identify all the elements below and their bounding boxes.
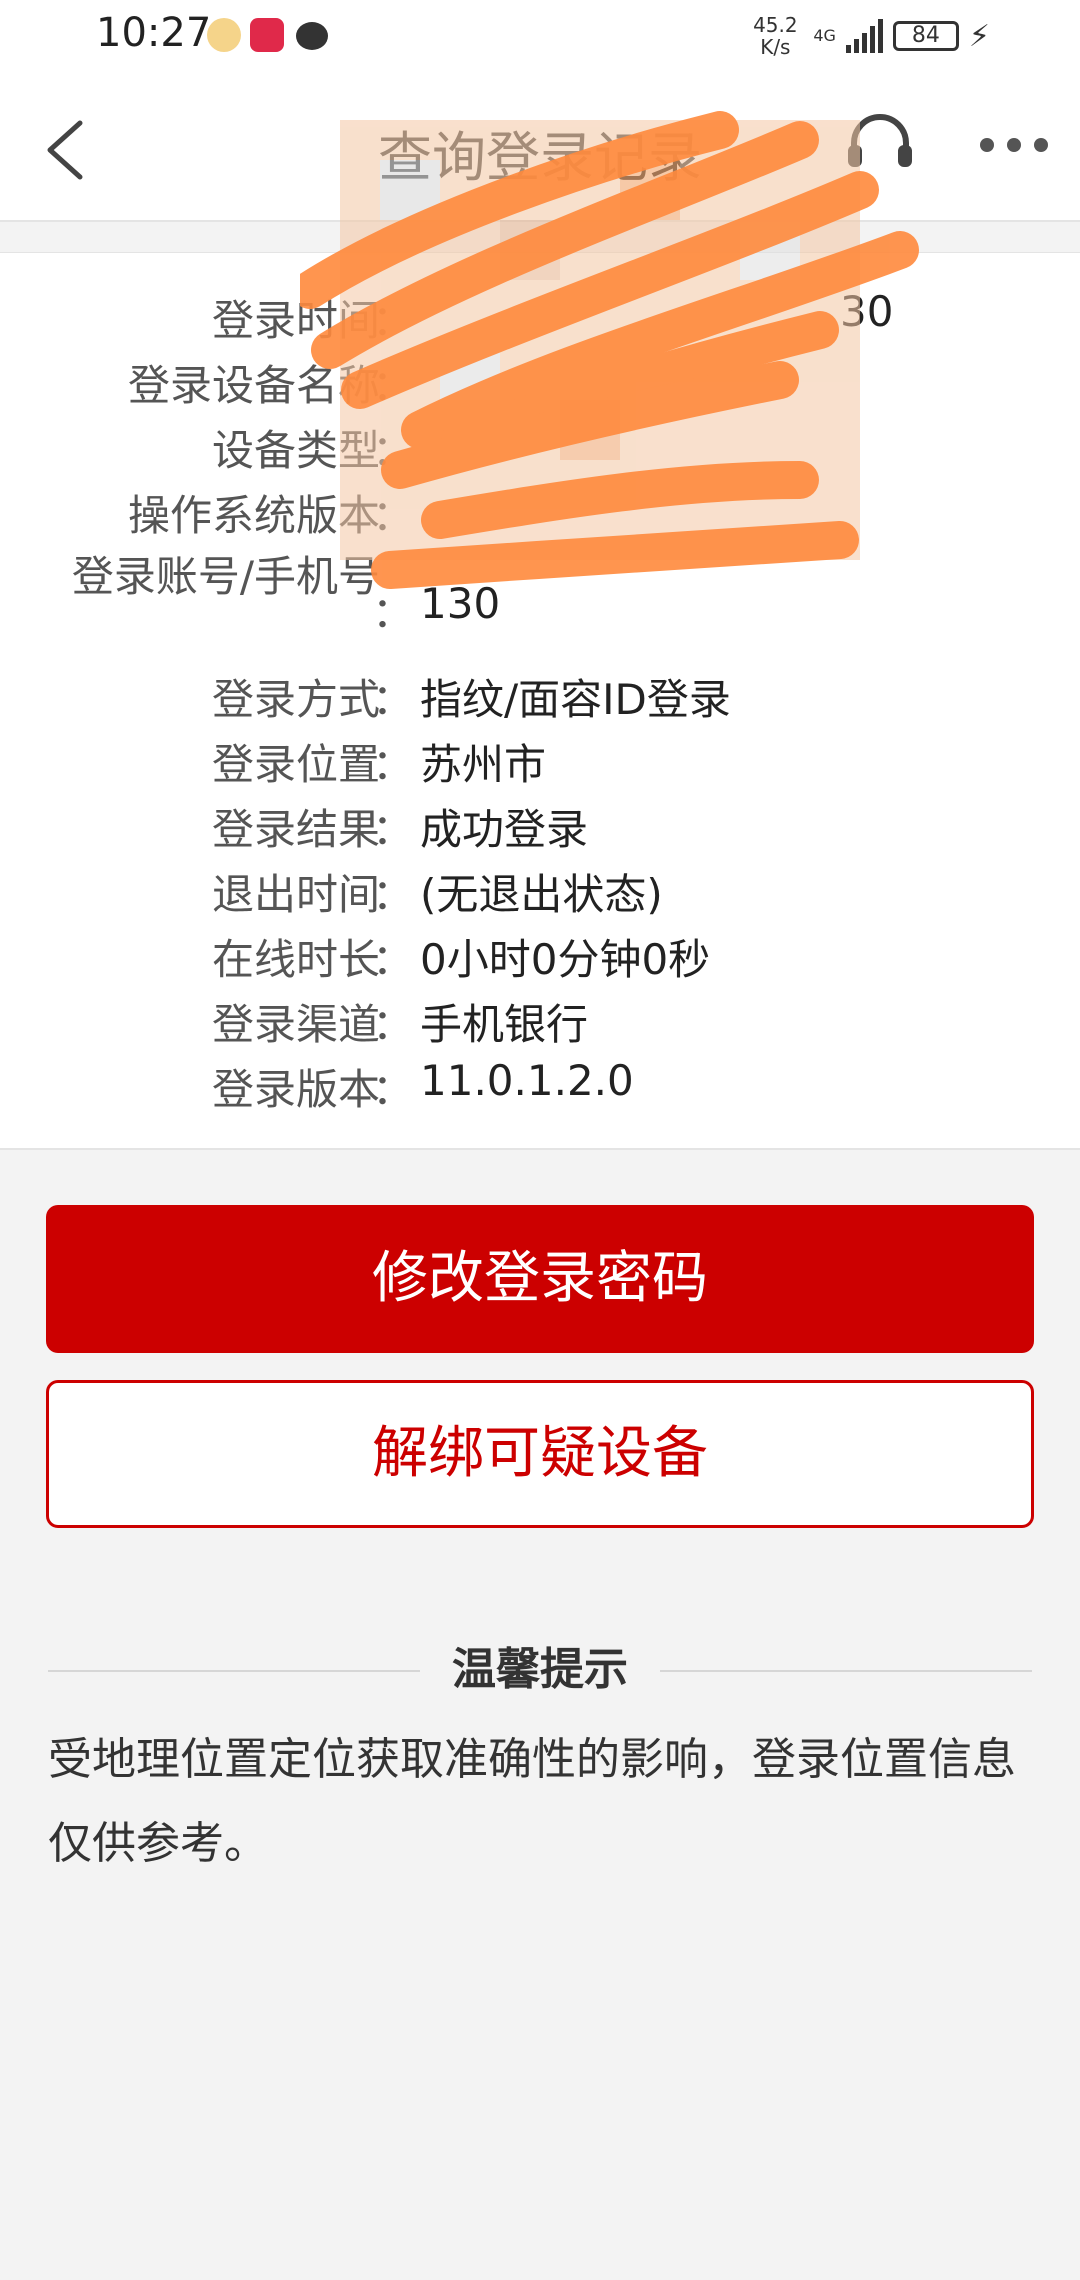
info-value: 0小时0分钟0秒	[420, 935, 711, 984]
notification-face-icon	[207, 18, 241, 52]
unbind-device-button[interactable]: 解绑可疑设备	[46, 1380, 1034, 1528]
change-password-button[interactable]: 修改登录密码	[46, 1205, 1034, 1353]
network-speed: 45.2 K/s	[747, 14, 803, 58]
info-separator: ：	[372, 1065, 415, 1114]
info-label: 登录版本	[211, 1065, 380, 1114]
info-separator: ：	[372, 588, 415, 637]
network-type: 4G	[813, 26, 836, 45]
status-indicators: 45.2 K/s 4G 84 ⚡	[747, 14, 990, 58]
info-label: 退出时间	[211, 870, 380, 919]
info-value: 指纹/面容ID登录	[420, 675, 731, 724]
info-separator: ：	[372, 935, 415, 984]
network-speed-unit: K/s	[760, 35, 791, 59]
info-separator: ：	[372, 740, 415, 789]
info-separator: ：	[372, 426, 415, 475]
tips-body: 受地理位置定位获取准确性的影响，登录位置信息仅供参考。	[48, 1734, 1016, 1869]
network-speed-value: 45.2	[753, 13, 798, 37]
tips-title: 温馨提示	[420, 1640, 660, 1700]
battery-icon: 84	[892, 21, 959, 51]
info-separator: ：	[372, 675, 415, 724]
more-icon[interactable]	[980, 130, 1048, 160]
info-label: 登录账号/手机号	[71, 552, 380, 601]
info-separator: ：	[372, 361, 415, 410]
info-label: 登录渠道	[211, 1000, 380, 1049]
info-label: 在线时长	[211, 935, 380, 984]
charging-icon: ⚡	[968, 18, 990, 54]
info-separator: ：	[372, 805, 415, 854]
info-label: 登录结果	[211, 805, 380, 854]
info-value: 30	[840, 287, 894, 336]
info-separator: ：	[372, 1000, 415, 1049]
info-row-account: 登录账号/手机号 ： 130	[0, 549, 1080, 659]
info-label: 登录时间	[211, 296, 380, 345]
info-label: 登录方式	[211, 675, 380, 724]
status-time: 10:27	[96, 10, 212, 56]
info-label: 登录位置	[211, 740, 380, 789]
info-separator: ：	[372, 491, 415, 540]
info-separator: ：	[372, 296, 415, 345]
info-value: 130	[420, 579, 501, 628]
signal-icon	[845, 19, 883, 53]
nav-bar: 查询登录记录	[0, 75, 1080, 222]
info-value: 手机银行	[420, 1000, 589, 1049]
login-record-card: 登录时间 ： 30 登录设备名称 ： 设备类型 ： 操作系统版本 ： 登录账号/…	[0, 252, 1080, 1150]
info-label: 设备类型	[211, 426, 380, 475]
info-label: 操作系统版本	[127, 491, 380, 540]
info-value: (无退出状态)	[420, 870, 663, 919]
info-label: 登录设备名称	[127, 361, 380, 410]
info-value: 11.0.1.2.0	[420, 1056, 634, 1105]
info-value: 成功登录	[420, 805, 589, 854]
status-bar: 10:27 45.2 K/s 4G 84 ⚡	[0, 0, 1080, 75]
info-value: 苏州市	[420, 740, 547, 789]
info-separator: ：	[372, 870, 415, 919]
notification-chat-icon	[296, 22, 328, 50]
notification-app-icon	[250, 18, 284, 52]
customer-service-icon[interactable]	[840, 105, 920, 185]
